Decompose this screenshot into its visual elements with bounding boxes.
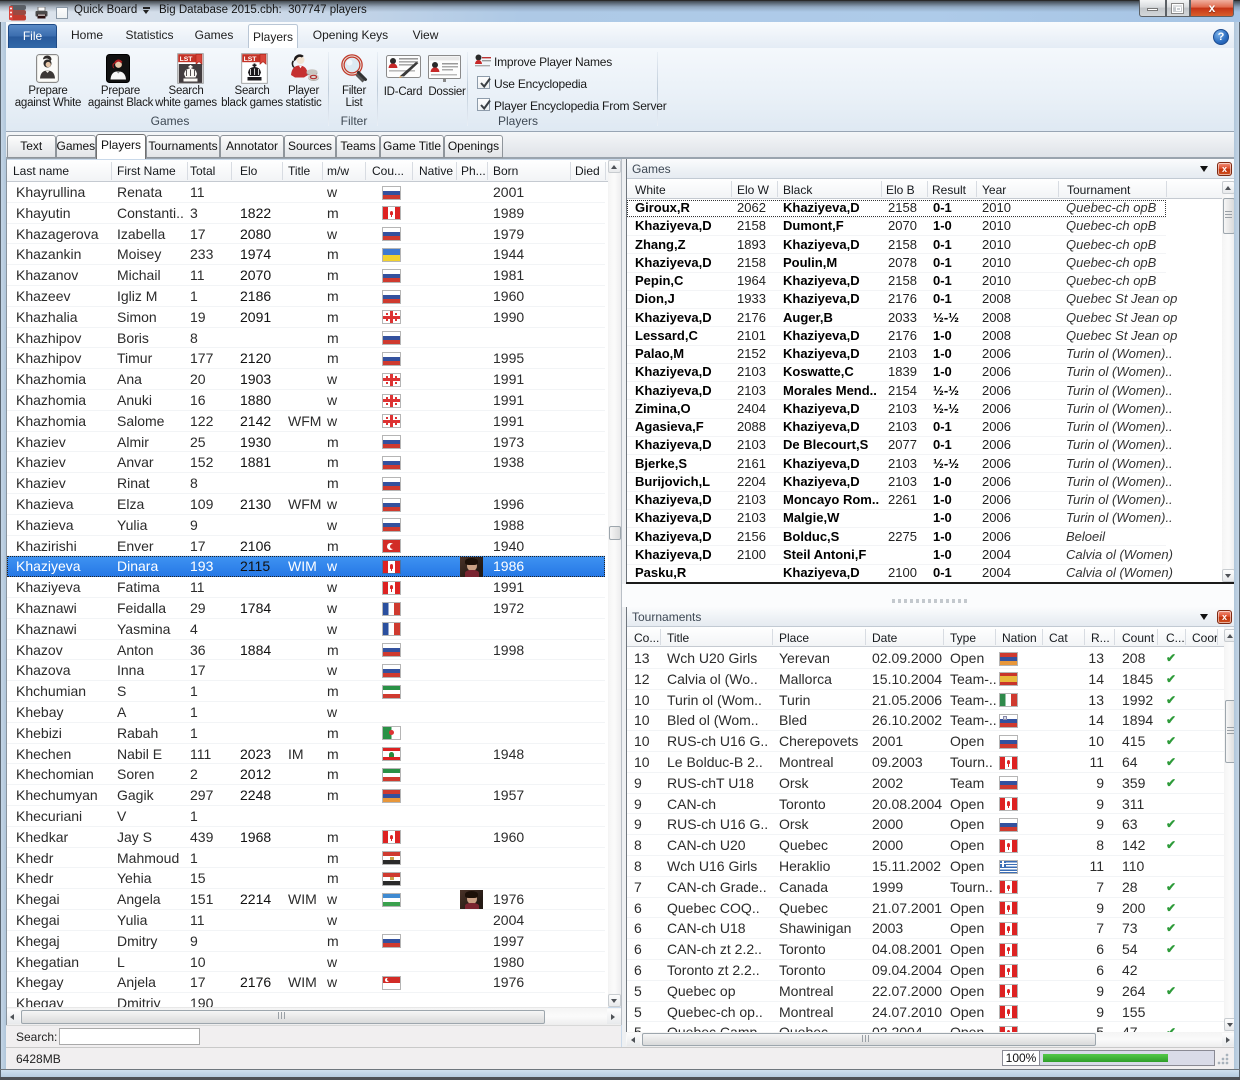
svg-text:LST: LST xyxy=(180,56,194,63)
svg-text:LST: LST xyxy=(244,56,258,63)
